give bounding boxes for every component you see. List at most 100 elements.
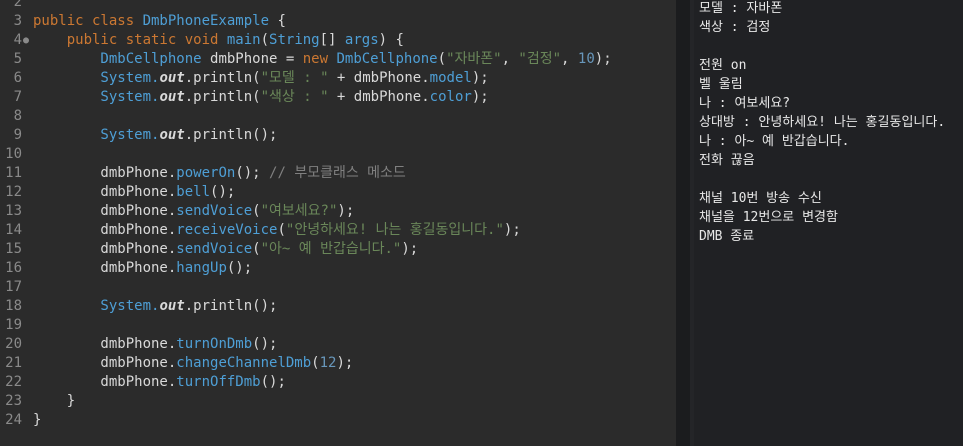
code-line[interactable]: 3 public class DmbPhoneExample { <box>0 12 676 31</box>
code-token: ( <box>252 203 261 219</box>
line-number: 19 <box>5 317 22 333</box>
code-token: (); <box>226 260 253 276</box>
line-number: 17 <box>5 279 22 295</box>
console-line: 전원 on <box>699 58 747 73</box>
line-number: 2 <box>13 0 22 10</box>
code-token: } <box>33 393 76 409</box>
console-line: 나 : 아~ 예 반갑습니다. <box>699 134 850 149</box>
code-line[interactable]: 17 <box>0 278 676 297</box>
code-token: out <box>159 298 185 314</box>
code-line[interactable]: 24} <box>0 411 676 430</box>
line-number: 4 <box>13 32 22 48</box>
code-token: + dmbPhone. <box>328 89 430 105</box>
code-token: out <box>159 127 185 143</box>
code-token: ); <box>503 222 521 238</box>
code-line[interactable]: 11 dmbPhone.powerOn(); // 부모클래스 메소드 <box>0 164 676 183</box>
code-line[interactable]: 13 dmbPhone.sendVoice("여보세요?"); <box>0 202 676 221</box>
console-output[interactable]: 모델 : 자바폰 색상 : 검정 전원 on 벨 울림 나 : 여보세요? 상대방 : 안… <box>694 0 963 446</box>
code-token: .println( <box>184 89 261 105</box>
code-token: new <box>302 51 337 67</box>
code-token: System. <box>33 298 160 314</box>
code-token: (); <box>210 184 236 200</box>
code-token: , <box>501 51 519 67</box>
line-number: 8 <box>13 108 22 124</box>
code-line[interactable]: 12 dmbPhone.bell(); <box>0 183 676 202</box>
code-line[interactable]: 2 <box>0 0 676 12</box>
code-line[interactable]: 23 } <box>0 392 676 411</box>
code-token: .println(); <box>184 127 278 143</box>
code-token: .println(); <box>184 298 278 314</box>
code-text: dmbPhone.changeChannelDmb(12); <box>33 354 353 373</box>
code-line[interactable]: 16 dmbPhone.hangUp(); <box>0 259 676 278</box>
line-number: 14 <box>5 222 22 238</box>
code-text: System.out.println("색상 : " + dmbPhone.co… <box>33 88 489 107</box>
code-line[interactable]: 22 dmbPhone.turnOffDmb(); <box>0 373 676 392</box>
line-number: 9 <box>13 127 22 143</box>
code-token: ( <box>311 355 320 371</box>
code-token: ); <box>594 51 612 67</box>
code-line[interactable]: 7 System.out.println("색상 : " + dmbPhone.… <box>0 88 676 107</box>
code-token: dmbPhone. <box>33 241 177 257</box>
code-token: turnOnDmb <box>176 336 253 352</box>
code-text: System.out.println(); <box>33 297 277 316</box>
code-line[interactable]: 9 System.out.println(); <box>0 126 676 145</box>
code-token: (); <box>260 374 286 390</box>
code-token: ( <box>277 222 286 238</box>
code-line[interactable]: 21 dmbPhone.changeChannelDmb(12); <box>0 354 676 373</box>
code-token: String <box>269 32 320 48</box>
code-token: ); <box>471 89 489 105</box>
code-token: DmbCellphone <box>33 51 211 67</box>
code-line[interactable]: 18 System.out.println(); <box>0 297 676 316</box>
console-line: 채널 10번 방송 수신 <box>699 191 822 206</box>
code-token: ); <box>337 203 355 219</box>
code-token: { <box>269 13 286 29</box>
code-line[interactable]: 8 <box>0 107 676 126</box>
code-line[interactable]: 4 ● public static void main(String[] args… <box>0 31 676 50</box>
code-token: dmbPhone. <box>33 165 177 181</box>
code-token: receiveVoice <box>176 222 278 238</box>
code-line[interactable]: 10 <box>0 145 676 164</box>
scrollbar[interactable] <box>676 0 690 446</box>
code-text: dmbPhone.powerOn(); // 부모클래스 메소드 <box>33 164 406 183</box>
fold-marker-icon[interactable]: ● <box>23 31 29 50</box>
line-number: 5 <box>13 51 22 67</box>
code-token: ); <box>336 355 354 371</box>
line-number: 23 <box>5 393 22 409</box>
code-token: (); <box>235 165 270 181</box>
code-token: [] <box>319 32 345 48</box>
line-number: 11 <box>5 165 22 181</box>
line-number: 22 <box>5 374 22 390</box>
code-token: public static void <box>33 32 227 48</box>
code-text: System.out.println("모델 : " + dmbPhone.mo… <box>33 69 488 88</box>
code-text: dmbPhone.turnOffDmb(); <box>33 373 286 392</box>
line-number: 18 <box>5 298 22 314</box>
code-text: } <box>33 392 75 411</box>
line-number: 12 <box>5 184 22 200</box>
code-token: changeChannelDmb <box>176 355 312 371</box>
code-token: 12 <box>319 355 337 371</box>
code-token: (); <box>252 336 278 352</box>
code-token: dmbPhone. <box>33 336 177 352</box>
code-text: dmbPhone.bell(); <box>33 183 235 202</box>
code-token: = <box>277 51 303 67</box>
code-token: .println( <box>184 70 261 86</box>
code-token: ( <box>252 241 261 257</box>
code-token: bell <box>176 184 211 200</box>
code-token: turnOffDmb <box>176 374 261 390</box>
code-editor[interactable]: 2 3 public class DmbPhoneExample {4 ● publ… <box>0 0 676 446</box>
code-token: "자바폰" <box>446 51 502 67</box>
code-line[interactable]: 6 System.out.println("모델 : " + dmbPhone.… <box>0 69 676 88</box>
code-line[interactable]: 14 dmbPhone.receiveVoice("안녕하세요! 나는 홍길동입… <box>0 221 676 240</box>
line-number: 24 <box>5 412 22 428</box>
code-line[interactable]: 5 DmbCellphone dmbPhone = new DmbCellpho… <box>0 50 676 69</box>
code-token: ) { <box>378 32 404 48</box>
code-text <box>33 0 50 12</box>
code-line[interactable]: 15 dmbPhone.sendVoice("아~ 예 반갑습니다."); <box>0 240 676 259</box>
code-line[interactable]: 20 dmbPhone.turnOnDmb(); <box>0 335 676 354</box>
code-token: dmbPhone. <box>33 203 177 219</box>
code-text: dmbPhone.sendVoice("아~ 예 반갑습니다."); <box>33 240 418 259</box>
code-line[interactable]: 19 <box>0 316 676 335</box>
code-token: // 부모클래스 메소드 <box>269 165 406 181</box>
code-text: System.out.println(); <box>33 126 277 145</box>
ide-window: 2 3 public class DmbPhoneExample {4 ● publ… <box>0 0 963 446</box>
